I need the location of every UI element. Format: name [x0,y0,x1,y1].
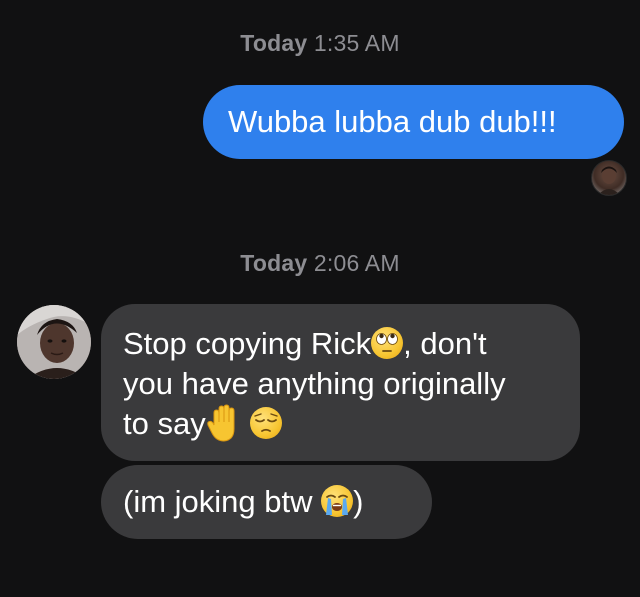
incoming-message-bubble[interactable]: (im joking btw ) [101,465,432,539]
face-with-rolling-eyes-icon [371,326,404,359]
message-text: ) [353,484,364,519]
sender-avatar[interactable] [17,305,91,379]
timestamp-day: Today [240,250,308,276]
loudly-crying-face-icon [321,484,354,517]
message-text: Stop copying Rick [123,326,372,361]
read-receipt-avatar [591,160,627,196]
message-line-3: to say [123,404,562,446]
avatar-photo-icon [598,166,620,195]
avatar-photo-icon [17,305,91,379]
timestamp-2: Today 2:06 AM [0,250,640,277]
message-text: (im joking btw [123,484,322,519]
message-line-1: Stop copying Rick , don't [123,324,562,364]
timestamp-time: 1:35 AM [313,30,400,56]
timestamp-day: Today [240,30,308,56]
timestamp-1: Today 1:35 AM [0,30,640,57]
outgoing-message-text: Wubba lubba dub dub!!! [228,104,557,139]
message-line-2: you have anything originally [123,366,506,401]
outgoing-message-bubble[interactable]: Wubba lubba dub dub!!! [203,85,624,159]
message-text: to say [123,406,206,441]
timestamp-time: 2:06 AM [313,250,400,276]
pensive-face-icon [250,406,283,439]
incoming-message-bubble[interactable]: Stop copying Rick , don't you have anythi… [101,304,580,461]
message-text: , don't [403,326,487,361]
raised-hand-icon [206,403,242,443]
